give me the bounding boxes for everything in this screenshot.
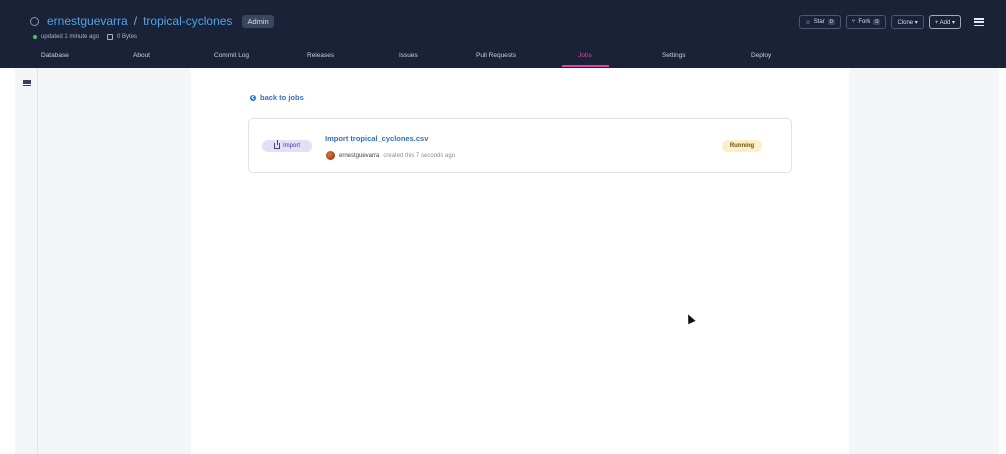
fork-label: Fork <box>858 19 871 25</box>
add-button[interactable]: + Add ▾ <box>928 15 961 29</box>
database-icon <box>107 34 114 40</box>
fork-count: 0 <box>873 19 881 25</box>
top-actions: ☆ Star 0 ⑂ Fork 0 Clone ▾ + Add ▾ <box>799 15 984 29</box>
repo-nav: Database About Commit Log Releases Issue… <box>0 49 1006 68</box>
tab-settings[interactable]: Settings <box>662 52 686 59</box>
star-count: 0 <box>827 19 835 25</box>
right-panel <box>849 68 999 454</box>
breadcrumb-separator: / <box>133 14 138 28</box>
repo-name-link[interactable]: tropical-cyclones <box>143 14 232 28</box>
tab-pull-requests[interactable]: Pull Requests <box>476 52 516 59</box>
job-created-text: created this 7 seconds ago <box>383 152 456 159</box>
job-meta: ernestguevarra created this 7 seconds ag… <box>326 151 455 160</box>
globe-icon <box>30 16 39 26</box>
tab-about[interactable]: About <box>133 52 150 59</box>
avatar <box>326 151 335 160</box>
job-user[interactable]: ernestguevarra <box>339 153 379 159</box>
top-header: ernestguevarra / tropical-cyclones Admin… <box>0 0 1006 68</box>
status-dot-icon <box>33 35 37 39</box>
job-type-label: Import <box>282 143 300 149</box>
tab-releases[interactable]: Releases <box>307 52 334 59</box>
tab-deploy[interactable]: Deploy <box>751 52 771 59</box>
repo-meta: updated 1 minute ago 0 Bytes <box>33 34 137 40</box>
status-badge: Running <box>722 140 762 152</box>
back-arrow-icon <box>250 94 256 101</box>
role-badge: Admin <box>242 14 274 28</box>
star-button[interactable]: ☆ Star 0 <box>799 15 841 29</box>
job-title[interactable]: Import tropical_cyclones.csv <box>325 134 428 143</box>
repo-breadcrumb: ernestguevarra / tropical-cyclones Admin <box>30 14 274 28</box>
clone-button[interactable]: Clone ▾ <box>891 15 924 29</box>
size-text: 0 Bytes <box>117 34 138 40</box>
active-tab-indicator <box>562 65 609 67</box>
import-icon <box>273 140 280 149</box>
repo-owner-link[interactable]: ernestguevarra <box>47 14 128 28</box>
tab-commit-log[interactable]: Commit Log <box>214 52 249 59</box>
back-link-label: back to jobs <box>260 93 304 102</box>
job-type-badge: Import <box>262 140 312 152</box>
tab-database[interactable]: Database <box>41 52 69 59</box>
job-card: Import Import tropical_cyclones.csv erne… <box>248 118 792 173</box>
star-icon: ☆ <box>805 19 811 26</box>
back-to-jobs-link[interactable]: back to jobs <box>250 93 304 102</box>
left-sidebar <box>15 68 191 454</box>
tab-jobs[interactable]: Jobs <box>578 52 592 59</box>
fork-icon: ⑂ <box>851 19 856 25</box>
tab-issues[interactable]: Issues <box>399 52 418 59</box>
fork-button[interactable]: ⑂ Fork 0 <box>845 15 887 29</box>
star-label: Star <box>813 19 825 25</box>
menu-icon[interactable] <box>974 18 984 26</box>
sidebar-rail <box>15 68 38 454</box>
sidebar-toggle-icon[interactable] <box>23 80 31 86</box>
updated-text: updated 1 minute ago <box>41 34 100 40</box>
